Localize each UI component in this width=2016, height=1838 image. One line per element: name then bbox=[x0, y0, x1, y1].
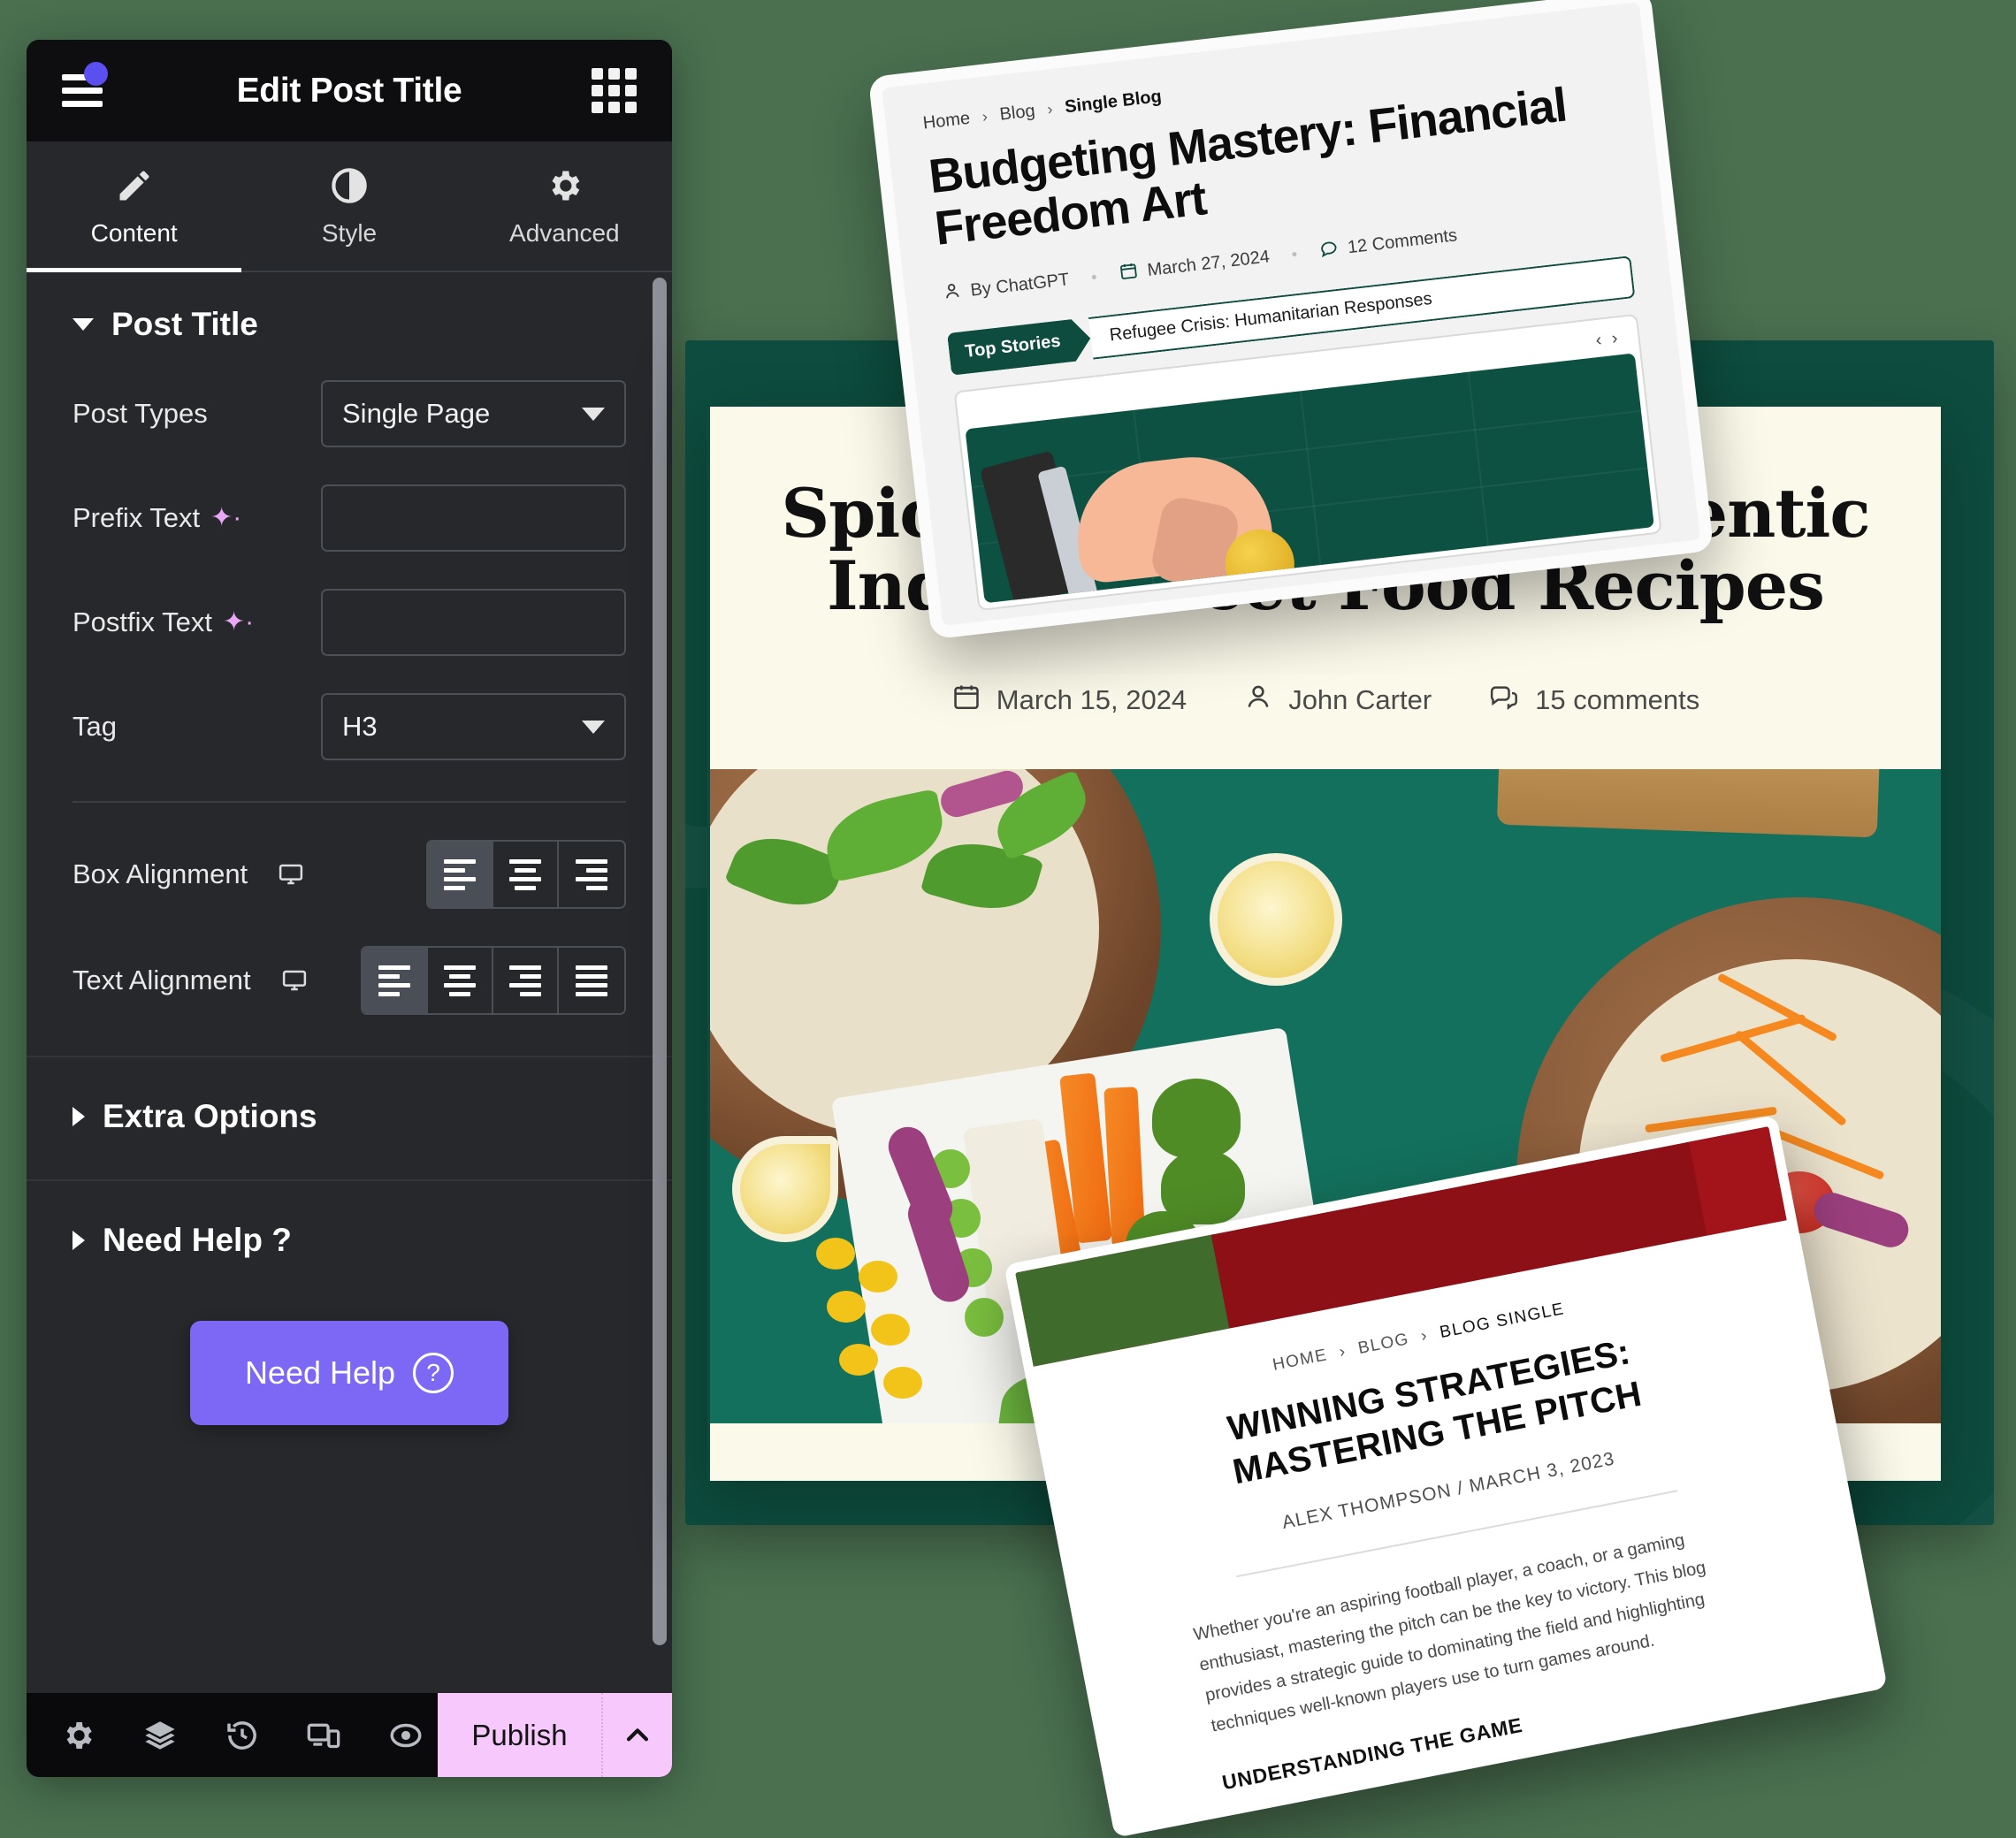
meta-author-text: By ChatGPT bbox=[969, 270, 1071, 301]
chevron-right-icon: › bbox=[1337, 1342, 1348, 1362]
breadcrumb-home[interactable]: Home bbox=[922, 109, 972, 134]
grid-apps-icon[interactable] bbox=[592, 68, 637, 113]
meta-author-text: John Carter bbox=[1288, 684, 1432, 716]
meta-author: By ChatGPT bbox=[941, 268, 1071, 307]
calendar-icon bbox=[951, 682, 981, 719]
winning-paragraph: Whether you're an aspiring football play… bbox=[1191, 1529, 1707, 1736]
user-icon bbox=[1243, 682, 1273, 719]
meta-date-text: March 15, 2024 bbox=[996, 684, 1187, 716]
separator-dot bbox=[1091, 274, 1097, 280]
meta-date-text: March 27, 2024 bbox=[1146, 247, 1271, 281]
ticker-tag: Top Stories bbox=[947, 317, 1093, 376]
meta-comments-text: 15 comments bbox=[1535, 684, 1700, 716]
breadcrumb-current: Single Blog bbox=[1064, 87, 1163, 118]
meta-date: March 27, 2024 bbox=[1118, 245, 1271, 286]
chevron-right-icon: › bbox=[1046, 100, 1054, 118]
budgeting-preview-card[interactable]: Home › Blog › Single Blog Budgeting Mast… bbox=[867, 0, 1714, 640]
winning-title: WINNING STRATEGIES: MASTERING THE PITCH bbox=[1224, 1332, 1646, 1492]
breadcrumb-blog[interactable]: BLOG bbox=[1356, 1330, 1411, 1359]
chevron-right-icon: › bbox=[1419, 1326, 1430, 1346]
meta-comments: 15 comments bbox=[1488, 681, 1699, 720]
breadcrumb-blog[interactable]: Blog bbox=[999, 101, 1036, 125]
meta-comments: 12 Comments bbox=[1318, 224, 1459, 264]
user-icon bbox=[941, 280, 963, 307]
comment-icon bbox=[1318, 237, 1340, 263]
breadcrumb-current: BLOG SINGLE bbox=[1438, 1300, 1567, 1343]
chevron-right-icon: › bbox=[981, 107, 989, 126]
separator-dot bbox=[1292, 252, 1297, 257]
main-blog-meta: March 15, 2024 John Carter 15 comments bbox=[775, 681, 1875, 720]
meta-date: March 15, 2024 bbox=[951, 682, 1187, 719]
breadcrumb-home[interactable]: HOME bbox=[1271, 1346, 1330, 1376]
comments-icon bbox=[1488, 681, 1520, 720]
preview-canvas: Spice Up Your Life: Authentic Indian Str… bbox=[0, 0, 2016, 1838]
meta-author: John Carter bbox=[1243, 682, 1432, 719]
calendar-icon bbox=[1118, 260, 1140, 286]
meta-comments-text: 12 Comments bbox=[1346, 225, 1459, 258]
